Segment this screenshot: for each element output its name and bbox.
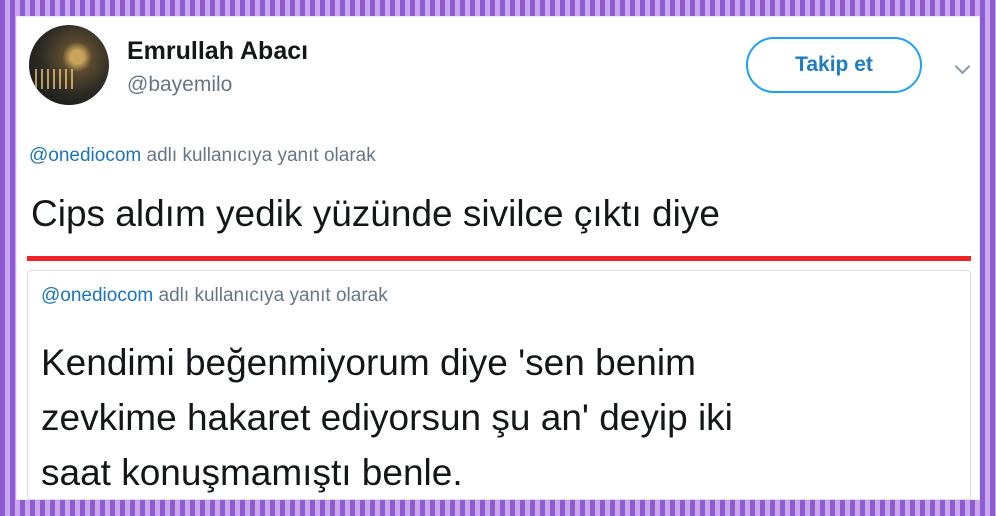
reply-context-text: adlı kullanıcıya yanıt olarak <box>141 145 376 166</box>
divider <box>27 256 971 261</box>
avatar[interactable] <box>29 25 109 105</box>
tweet-text-line: saat konuşmamıştı benle. <box>41 452 463 493</box>
reply-context: @onediocom adlı kullanıcıya yanıt olarak <box>29 145 376 167</box>
second-tweet-text: Kendimi beğenmiyorum diye 'sen benim zev… <box>41 335 941 500</box>
chevron-down-icon[interactable] <box>954 58 971 75</box>
tweet-text-line: zevkime hakaret ediyorsun şu an' deyip i… <box>41 397 733 438</box>
follow-button[interactable]: Takip et <box>746 37 922 93</box>
user-handle[interactable]: @bayemilo <box>127 73 232 97</box>
reply-context: @onediocom adlı kullanıcıya yanıt olarak <box>41 285 388 307</box>
tweet-text-line: Kendimi beğenmiyorum diye 'sen benim <box>41 342 696 383</box>
tweet-screenshot-card: Emrullah Abacı @bayemilo Takip et @onedi… <box>16 16 980 500</box>
tweet-text: Cips aldım yedik yüzünde sivilce çıktı d… <box>31 193 720 234</box>
user-display-name[interactable]: Emrullah Abacı <box>127 37 308 66</box>
mention-link[interactable]: @onediocom <box>41 285 153 306</box>
reply-context-text: adlı kullanıcıya yanıt olarak <box>153 285 388 306</box>
mention-link[interactable]: @onediocom <box>29 145 141 166</box>
avatar-photo <box>35 69 75 89</box>
